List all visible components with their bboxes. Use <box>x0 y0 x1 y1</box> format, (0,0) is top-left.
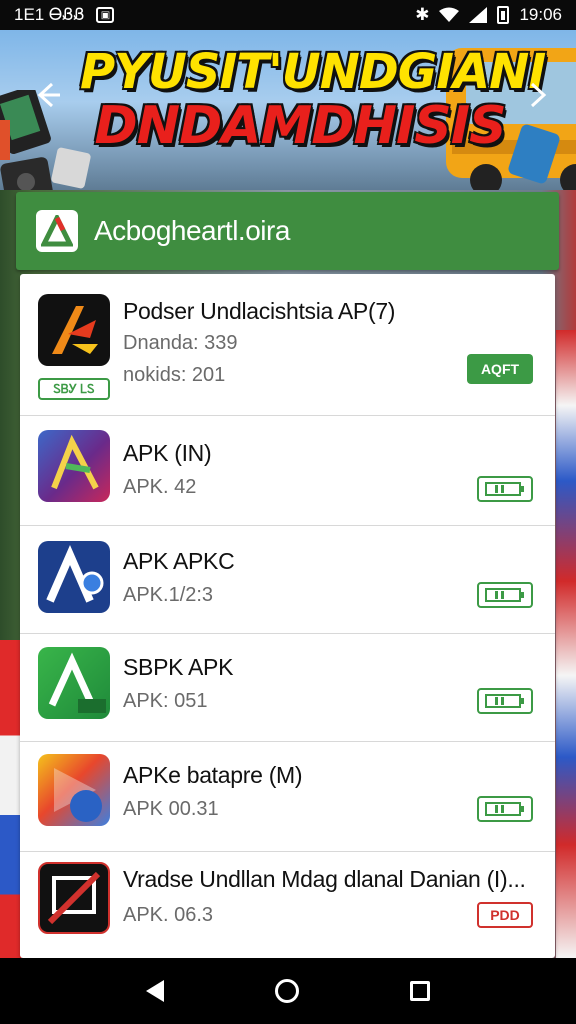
list-item[interactable]: ᏚᏴᎩ ᏞᏚ Podser Undlacishtsia AP(7) Dnanda… <box>20 274 555 416</box>
home-icon[interactable] <box>274 979 299 1003</box>
app-detail: APK.1/2:3 <box>123 584 214 606</box>
list-item[interactable]: SBPK APK APK: 051 <box>20 634 555 742</box>
battery-progress-icon <box>485 482 524 496</box>
app-name: APK APKC <box>123 548 235 574</box>
app-detail: APK: 051 <box>123 690 208 712</box>
app-detail: APK 00.31 <box>123 798 219 820</box>
app-icon <box>38 294 110 366</box>
download-button[interactable] <box>477 688 533 714</box>
status-badge: ᏚᏴᎩ ᏞᏚ <box>38 378 110 400</box>
list-item[interactable]: APK (IN) APK. 42 <box>20 416 555 526</box>
warning-button[interactable]: PDD <box>477 902 533 928</box>
download-button[interactable] <box>477 796 533 822</box>
download-button[interactable] <box>477 476 533 502</box>
app-detail: APK. 06.3 <box>123 904 214 926</box>
wifi-icon <box>439 7 460 22</box>
app-name: APK (IN) <box>123 440 212 466</box>
app-name: APKe batapre (M) <box>123 762 303 788</box>
status-bar: 1E1 ᎾᏰᏰ ▣ ✱ 19:06 <box>0 0 576 30</box>
panel-title: Acbogheartl.oira <box>94 215 290 246</box>
battery-icon <box>497 6 510 24</box>
promo-banner[interactable]: PYUSIT'UNDGIANI DNDAMDHISIS <box>0 30 576 190</box>
app-name: SBPK APK <box>123 654 234 680</box>
list-item[interactable]: APK APKC APK.1/2:3 <box>20 526 555 634</box>
notification-icon: ▣ <box>96 7 115 23</box>
navigation-bar <box>0 958 576 1024</box>
download-button[interactable]: AQFT <box>467 354 533 384</box>
app-icon <box>38 647 110 719</box>
app-logo-icon <box>36 210 78 252</box>
banner-title: PYUSIT'UNDGIANI DNDAMDHISIS <box>80 44 546 156</box>
app-name: Podser Undlacishtsia AP(7) <box>123 298 396 324</box>
app-icon <box>38 754 110 826</box>
bluetooth-icon: ✱ <box>415 5 430 24</box>
battery-progress-icon <box>485 802 524 816</box>
panel-header: Acbogheartl.oira <box>16 192 559 270</box>
download-button[interactable] <box>477 582 533 608</box>
chevron-left-icon[interactable] <box>32 80 62 110</box>
signal-icon <box>469 7 488 23</box>
app-list: ᏚᏴᎩ ᏞᏚ Podser Undlacishtsia AP(7) Dnanda… <box>20 274 555 958</box>
app-detail: Dnanda: 339 <box>123 332 238 354</box>
app-icon <box>38 430 110 502</box>
flag-decoration-left <box>0 640 22 958</box>
app-icon <box>38 541 110 613</box>
list-item[interactable]: APKe batapre (M) APK 00.31 <box>20 742 555 852</box>
banner-title-line2: DNDAMDHISIS <box>94 96 506 156</box>
status-time: 19:06 <box>519 5 562 24</box>
chevron-right-icon[interactable] <box>522 80 552 110</box>
back-icon[interactable] <box>145 980 164 1002</box>
recent-apps-icon[interactable] <box>410 981 431 1001</box>
banner-title-line1: PYUSIT'UNDGIANI <box>80 44 546 100</box>
app-detail: nokids: 201 <box>123 364 226 386</box>
battery-progress-icon <box>485 694 524 708</box>
status-left-text: 1E1 ᎾᏰᏰ <box>14 5 85 24</box>
flag-decoration-right <box>556 330 576 958</box>
list-item[interactable]: Vradse Undllan Mdag dlanal Danian (I)...… <box>20 852 555 958</box>
app-detail: APK. 42 <box>123 476 197 498</box>
app-name: Vradse Undllan Mdag dlanal Danian (I)... <box>123 866 526 892</box>
battery-progress-icon <box>485 588 524 602</box>
app-icon <box>38 862 110 934</box>
